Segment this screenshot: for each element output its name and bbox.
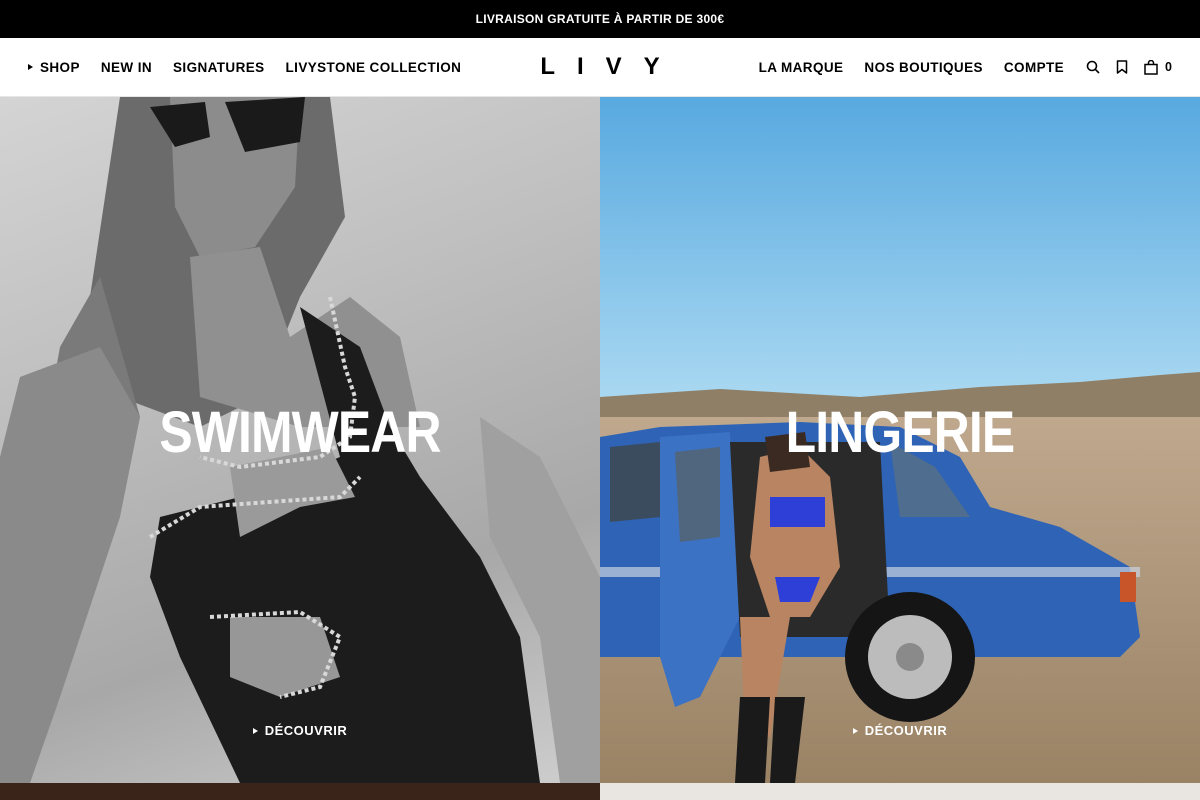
lingerie-cta-label: DÉCOUVRIR (864, 723, 948, 738)
lingerie-cta[interactable]: DÉCOUVRIR (600, 723, 1200, 738)
triangle-right-icon (852, 727, 858, 734)
search-icon[interactable] (1086, 60, 1100, 74)
nav-compte[interactable]: COMPTE (1004, 60, 1064, 75)
nav-shop-label: SHOP (40, 59, 80, 75)
triangle-right-icon (252, 727, 258, 734)
shopping-bag-icon[interactable]: 0 (1144, 59, 1172, 75)
nav-new-in[interactable]: NEW IN (101, 60, 152, 75)
nav-nos-boutiques[interactable]: NOS BOUTIQUES (864, 60, 982, 75)
announcement-bar: LIVRAISON GRATUITE À PARTIR DE 300€ (0, 0, 1200, 38)
announcement-text: LIVRAISON GRATUITE À PARTIR DE 300€ (475, 12, 725, 26)
swimwear-cta[interactable]: DÉCOUVRIR (0, 723, 600, 738)
next-section-preview-right (600, 783, 1200, 800)
swimwear-cta-label: DÉCOUVRIR (264, 723, 348, 738)
bookmark-icon[interactable] (1116, 60, 1128, 74)
lingerie-title[interactable]: LINGERIE (642, 399, 1158, 466)
swimwear-panel[interactable]: SWIMWEAR DÉCOUVRIR (0, 97, 600, 783)
nav-livystone-collection[interactable]: LIVYSTONE COLLECTION (286, 60, 462, 75)
primary-nav: SHOP NEW IN SIGNATURES LIVYSTONE COLLECT… (28, 38, 482, 96)
cart-count: 0 (1165, 60, 1172, 74)
lingerie-panel[interactable]: LINGERIE DÉCOUVRIR (600, 97, 1200, 783)
secondary-nav: LA MARQUE NOS BOUTIQUES COMPTE 0 (759, 38, 1172, 96)
swimwear-title[interactable]: SWIMWEAR (42, 399, 558, 466)
triangle-right-icon (28, 64, 33, 70)
nav-signatures[interactable]: SIGNATURES (173, 60, 265, 75)
nav-la-marque[interactable]: LA MARQUE (759, 60, 844, 75)
logo[interactable]: LIVY (540, 53, 681, 81)
nav-shop[interactable]: SHOP (28, 60, 80, 75)
next-section-preview-left (0, 783, 600, 800)
site-header: SHOP NEW IN SIGNATURES LIVYSTONE COLLECT… (0, 38, 1200, 97)
